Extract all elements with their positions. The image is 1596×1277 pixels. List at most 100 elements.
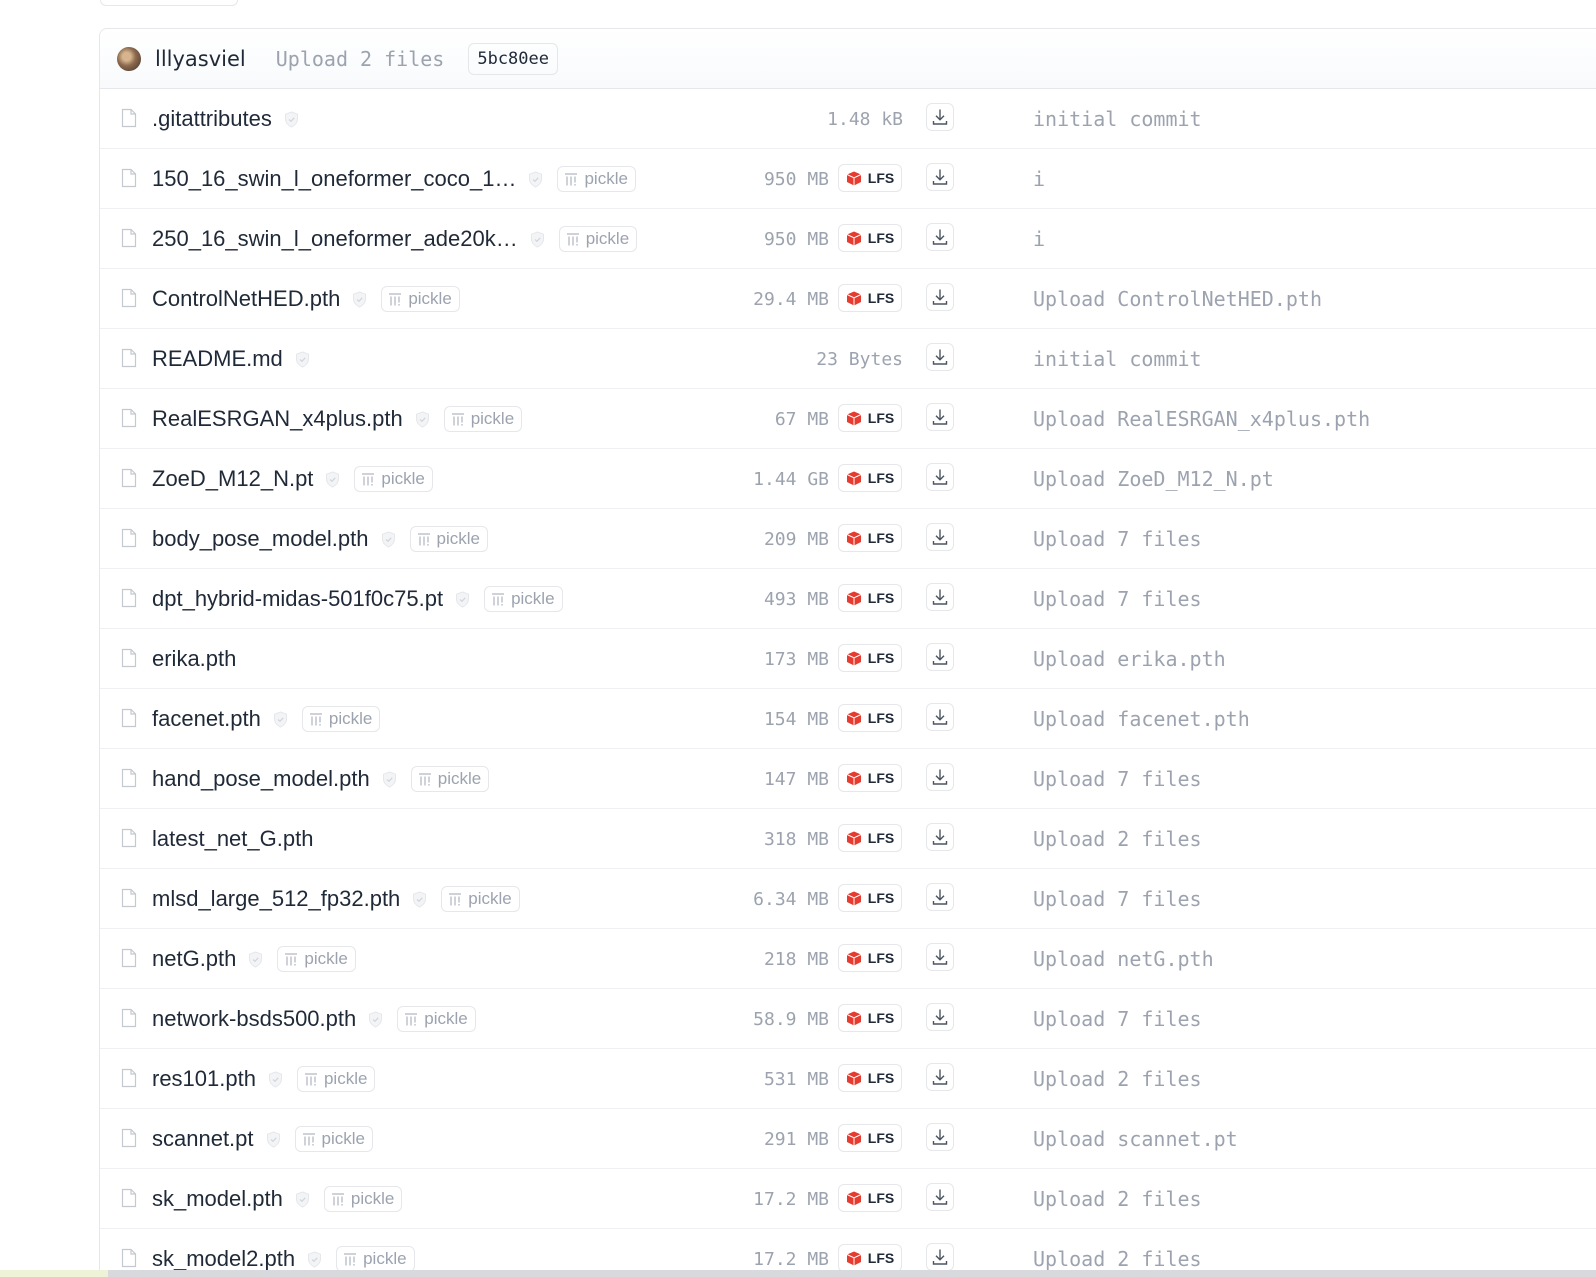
download-button[interactable] [926, 643, 954, 671]
lfs-label: LFS [867, 170, 895, 186]
lfs-label: LFS [867, 770, 895, 786]
lfs-badge[interactable]: LFS [838, 464, 902, 492]
file-commit-message[interactable]: Upload 7 files [1033, 569, 1202, 629]
download-button[interactable] [926, 883, 954, 911]
download-button[interactable] [926, 523, 954, 551]
file-size: 17.2 MB [753, 1188, 829, 1210]
lfs-badge[interactable]: LFS [838, 704, 902, 732]
file-commit-message[interactable]: Upload 2 files [1033, 809, 1202, 869]
lfs-cube-icon [846, 1251, 861, 1265]
avatar[interactable] [117, 46, 141, 71]
lfs-badge[interactable]: LFS [838, 1064, 902, 1092]
lfs-label: LFS [867, 950, 895, 966]
file-row: erika.pth 173 MB LFS Upload erika.pth [100, 629, 1596, 689]
lfs-badge[interactable]: LFS [838, 584, 902, 612]
file-row: mlsd_large_512_fp32.pth pickle 6.34 MB L… [100, 869, 1596, 929]
file-size: 173 MB [763, 648, 829, 670]
file-list: .gitattributes 1.48 kB initial commit 15… [100, 89, 1596, 1277]
download-icon [932, 469, 948, 485]
lfs-label: LFS [867, 410, 895, 426]
download-icon [932, 409, 948, 425]
download-button[interactable] [926, 403, 954, 431]
file-commit-message[interactable]: Upload netG.pth [1033, 929, 1214, 989]
download-button[interactable] [926, 283, 954, 311]
file-commit-message[interactable]: i [1033, 209, 1045, 269]
file-size: 531 MB [763, 1068, 829, 1090]
download-button[interactable] [926, 763, 954, 791]
file-row: scannet.pt pickle 291 MB LFS Upload scan… [100, 1109, 1596, 1169]
download-icon [932, 589, 948, 605]
lfs-label: LFS [867, 1070, 895, 1086]
lfs-badge[interactable]: LFS [838, 1184, 902, 1212]
file-commit-message[interactable]: Upload 7 files [1033, 989, 1202, 1049]
download-icon [932, 769, 948, 785]
file-row: sk_model.pth pickle 17.2 MB LFS Upload 2… [100, 1169, 1596, 1229]
file-commit-message[interactable]: Upload 7 files [1033, 509, 1202, 569]
download-button[interactable] [926, 1123, 954, 1151]
download-button[interactable] [926, 1063, 954, 1091]
file-commit-message[interactable]: Upload 7 files [1033, 869, 1202, 929]
file-commit-message[interactable]: Upload 7 files [1033, 749, 1202, 809]
lfs-badge[interactable]: LFS [838, 164, 902, 192]
file-size: 218 MB [763, 948, 829, 970]
download-button[interactable] [926, 823, 954, 851]
lfs-badge[interactable]: LFS [838, 284, 902, 312]
lfs-badge[interactable]: LFS [838, 1244, 902, 1272]
file-commit-message[interactable]: Upload ZoeD_M12_N.pt [1033, 449, 1274, 509]
lfs-badge[interactable]: LFS [838, 1004, 902, 1032]
file-commit-message[interactable]: Upload scannet.pt [1033, 1109, 1238, 1169]
download-icon [932, 529, 948, 545]
lfs-badge[interactable]: LFS [838, 524, 902, 552]
file-commit-message[interactable]: initial commit [1033, 89, 1202, 149]
commit-hash[interactable]: 5bc80ee [468, 42, 558, 75]
file-size: 154 MB [763, 708, 829, 730]
commit-author[interactable]: lllyasviel [155, 47, 246, 71]
lfs-badge[interactable]: LFS [838, 404, 902, 432]
lfs-badge[interactable]: LFS [838, 764, 902, 792]
lfs-badge[interactable]: LFS [838, 884, 902, 912]
download-icon [932, 829, 948, 845]
download-icon [932, 949, 948, 965]
download-button[interactable] [926, 163, 954, 191]
file-row: network-bsds500.pth pickle 58.9 MB LFS U… [100, 989, 1596, 1049]
lfs-badge[interactable]: LFS [838, 644, 902, 672]
file-commit-message[interactable]: Upload 2 files [1033, 1049, 1202, 1109]
download-icon [932, 1069, 948, 1085]
lfs-badge[interactable]: LFS [838, 824, 902, 852]
file-commit-message[interactable]: i [1033, 149, 1045, 209]
lfs-badge[interactable]: LFS [838, 944, 902, 972]
download-icon [932, 1189, 948, 1205]
file-commit-message[interactable]: Upload ControlNetHED.pth [1033, 269, 1322, 329]
download-button[interactable] [926, 463, 954, 491]
file-row: facenet.pth pickle 154 MB LFS Upload fac… [100, 689, 1596, 749]
download-button[interactable] [926, 223, 954, 251]
file-row: 150_16_swin_l_oneformer_coco_1… pickle 9… [100, 149, 1596, 209]
file-row: ControlNetHED.pth pickle 29.4 MB LFS Upl… [100, 269, 1596, 329]
horizontal-scrollbar[interactable] [0, 1270, 1596, 1277]
download-button[interactable] [926, 583, 954, 611]
lfs-label: LFS [867, 1190, 895, 1206]
download-button[interactable] [926, 943, 954, 971]
file-list-panel: lllyasviel Upload 2 files 5bc80ee .gitat… [99, 28, 1596, 1277]
file-row: RealESRGAN_x4plus.pth pickle 67 MB LFS U… [100, 389, 1596, 449]
file-row: dpt_hybrid-midas-501f0c75.pt pickle 493 … [100, 569, 1596, 629]
top-tab[interactable] [100, 0, 238, 6]
download-button[interactable] [926, 1183, 954, 1211]
file-commit-message[interactable]: Upload erika.pth [1033, 629, 1226, 689]
download-button[interactable] [926, 103, 954, 131]
download-button[interactable] [926, 1003, 954, 1031]
file-commit-message[interactable]: Upload 2 files [1033, 1169, 1202, 1229]
download-button[interactable] [926, 343, 954, 371]
file-commit-message[interactable]: Upload RealESRGAN_x4plus.pth [1033, 389, 1370, 449]
file-commit-message[interactable]: initial commit [1033, 329, 1202, 389]
lfs-badge[interactable]: LFS [838, 1124, 902, 1152]
download-button[interactable] [926, 1243, 954, 1271]
download-icon [932, 1009, 948, 1025]
commit-message[interactable]: Upload 2 files [276, 47, 445, 71]
lfs-label: LFS [867, 290, 895, 306]
download-button[interactable] [926, 703, 954, 731]
download-icon [932, 109, 948, 125]
file-commit-message[interactable]: Upload facenet.pth [1033, 689, 1250, 749]
scrollbar-accent [0, 1270, 108, 1277]
lfs-badge[interactable]: LFS [838, 224, 902, 252]
